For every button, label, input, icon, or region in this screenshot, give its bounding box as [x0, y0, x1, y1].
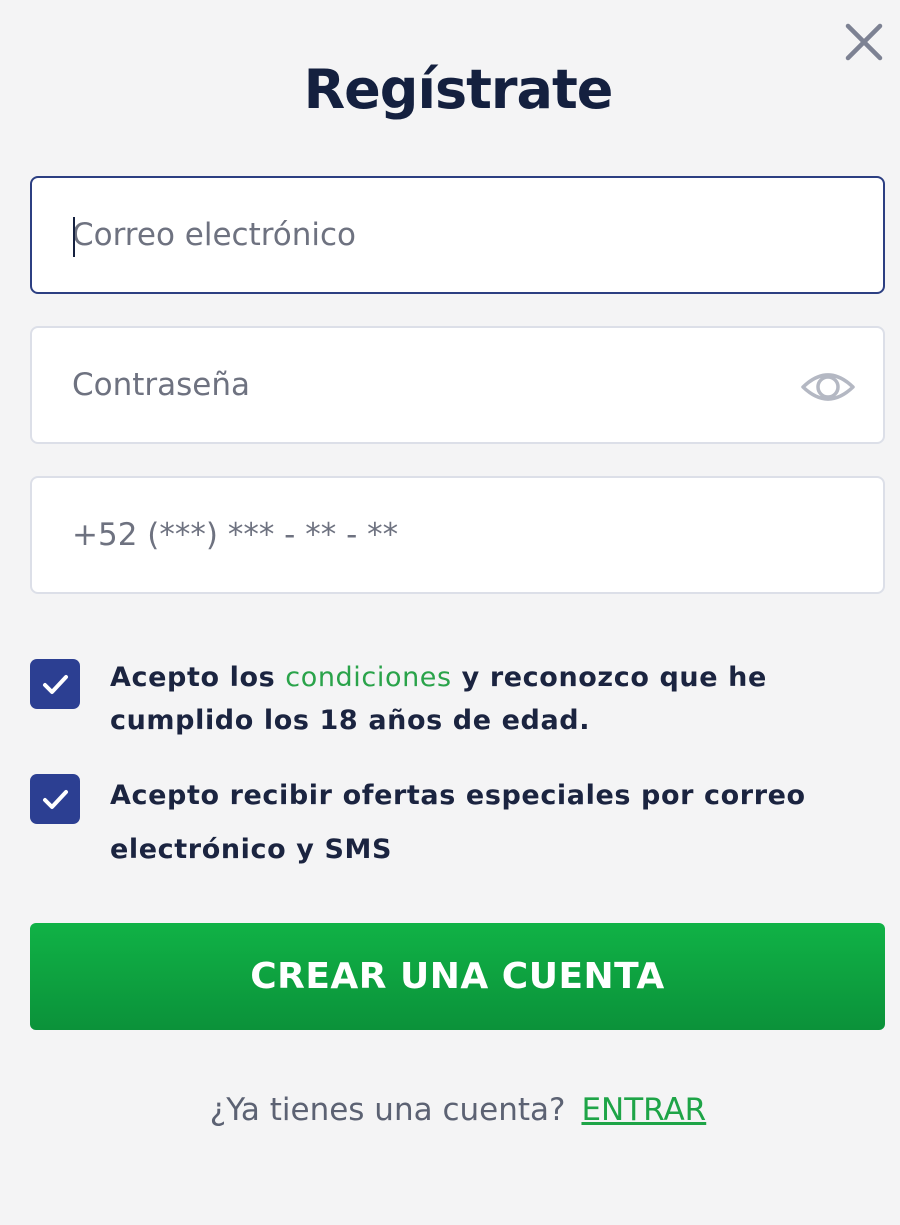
login-prompt: ¿Ya tienes una cuenta? ENTRAR	[0, 1092, 900, 1128]
offers-consent-text: Acepto recibir ofertas especiales por co…	[110, 780, 806, 865]
phone-input[interactable]	[72, 478, 802, 592]
dialog-title: Regístrate	[303, 58, 614, 121]
email-field-container	[30, 176, 885, 294]
terms-conditions-link[interactable]: condiciones	[285, 662, 451, 693]
offers-checkbox[interactable]	[30, 774, 80, 824]
terms-checkbox[interactable]	[30, 659, 80, 709]
text-caret	[73, 217, 75, 257]
registration-dialog: Regístrate Acepto los condiciones y reco…	[0, 0, 900, 1225]
show-password-toggle[interactable]	[800, 366, 856, 408]
password-input[interactable]	[72, 328, 802, 442]
email-input[interactable]	[72, 178, 802, 292]
phone-field-container	[30, 476, 885, 594]
checkmark-icon	[43, 675, 68, 694]
checkmark-icon	[43, 790, 68, 809]
login-link[interactable]: ENTRAR	[581, 1092, 706, 1128]
eye-icon	[801, 373, 855, 401]
terms-consent-row: Acepto los condiciones y reconozco que h…	[30, 656, 860, 736]
create-account-button[interactable]: CREAR UNA CUENTA	[30, 923, 885, 1030]
terms-text-before: Acepto los	[110, 662, 286, 693]
login-prompt-text: ¿Ya tienes una cuenta?	[209, 1092, 566, 1128]
password-field-container	[30, 326, 885, 444]
terms-consent-text: Acepto los condiciones y reconozco que h…	[110, 656, 870, 742]
offers-consent-row: Acepto recibir ofertas especiales por co…	[30, 773, 860, 873]
